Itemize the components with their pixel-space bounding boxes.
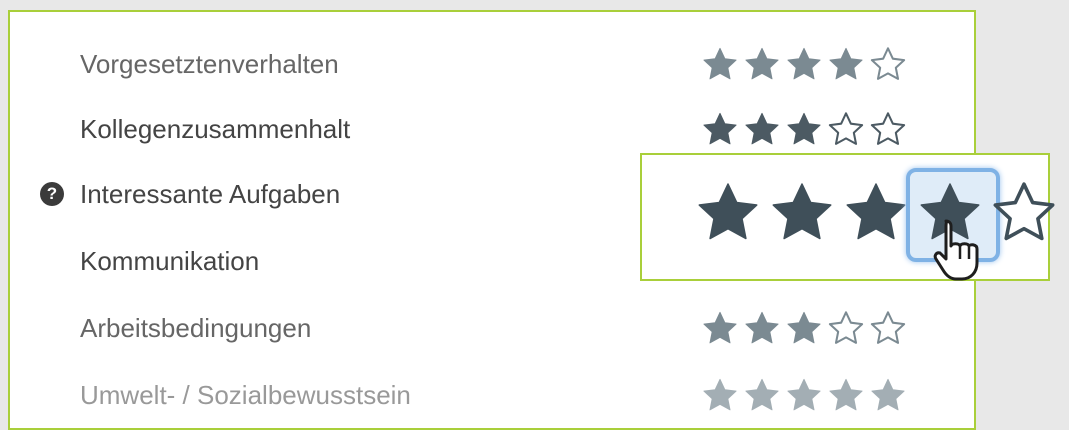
star-rating-zoomed[interactable] [694,168,1058,262]
rating-label: Kollegenzusammenhalt [80,114,351,144]
star-filled-icon[interactable] [784,46,824,82]
star-empty-icon[interactable] [868,310,908,346]
star-rating[interactable] [700,377,908,413]
star-filled-icon[interactable] [826,377,866,413]
star-filled-icon[interactable] [700,377,740,413]
star-empty-icon[interactable] [990,180,1058,244]
star-filled-icon[interactable] [784,310,824,346]
star-filled-icon[interactable] [742,310,782,346]
rating-label: Arbeitsbedingungen [80,313,312,343]
rating-row-vorgesetztenverhalten: Vorgesetztenverhalten [10,34,974,94]
star-filled-icon[interactable] [842,180,910,244]
star-filled-icon[interactable] [826,46,866,82]
rating-label: Interessante Aufgaben [80,179,341,209]
star-filled-icon[interactable] [694,180,762,244]
star-empty-icon[interactable] [826,310,866,346]
rating-row-arbeitsbedingungen: Arbeitsbedingungen [10,298,974,358]
rating-label: Vorgesetztenverhalten [80,49,339,79]
rating-label: Kommunikation [80,246,260,276]
star-filled-icon[interactable] [868,377,908,413]
star-filled-icon[interactable] [768,180,836,244]
star-filled-icon[interactable] [784,377,824,413]
rating-row-kollegenzusammenhalt: Kollegenzusammenhalt [10,99,974,159]
rating-row-umwelt-sozialbewusstsein: Umwelt- / Sozialbewusstsein [10,365,974,425]
star-rating[interactable] [700,46,908,82]
star-filled-icon[interactable] [742,377,782,413]
star-filled-icon[interactable] [742,111,782,147]
star-filled-icon[interactable] [700,310,740,346]
zoomed-star-rating-callout [640,153,1055,281]
help-icon[interactable]: ? [40,182,64,206]
star-filled-icon[interactable] [784,111,824,147]
star-filled-icon[interactable] [700,111,740,147]
star-rating[interactable] [700,310,908,346]
star-empty-icon[interactable] [868,111,908,147]
star-filled-icon[interactable] [742,46,782,82]
star-empty-icon[interactable] [826,111,866,147]
star-empty-icon[interactable] [868,46,908,82]
star-rating[interactable] [700,111,908,147]
hand-pointer-cursor-icon [933,219,979,281]
rating-label: Umwelt- / Sozialbewusstsein [80,380,411,410]
star-filled-icon[interactable] [700,46,740,82]
